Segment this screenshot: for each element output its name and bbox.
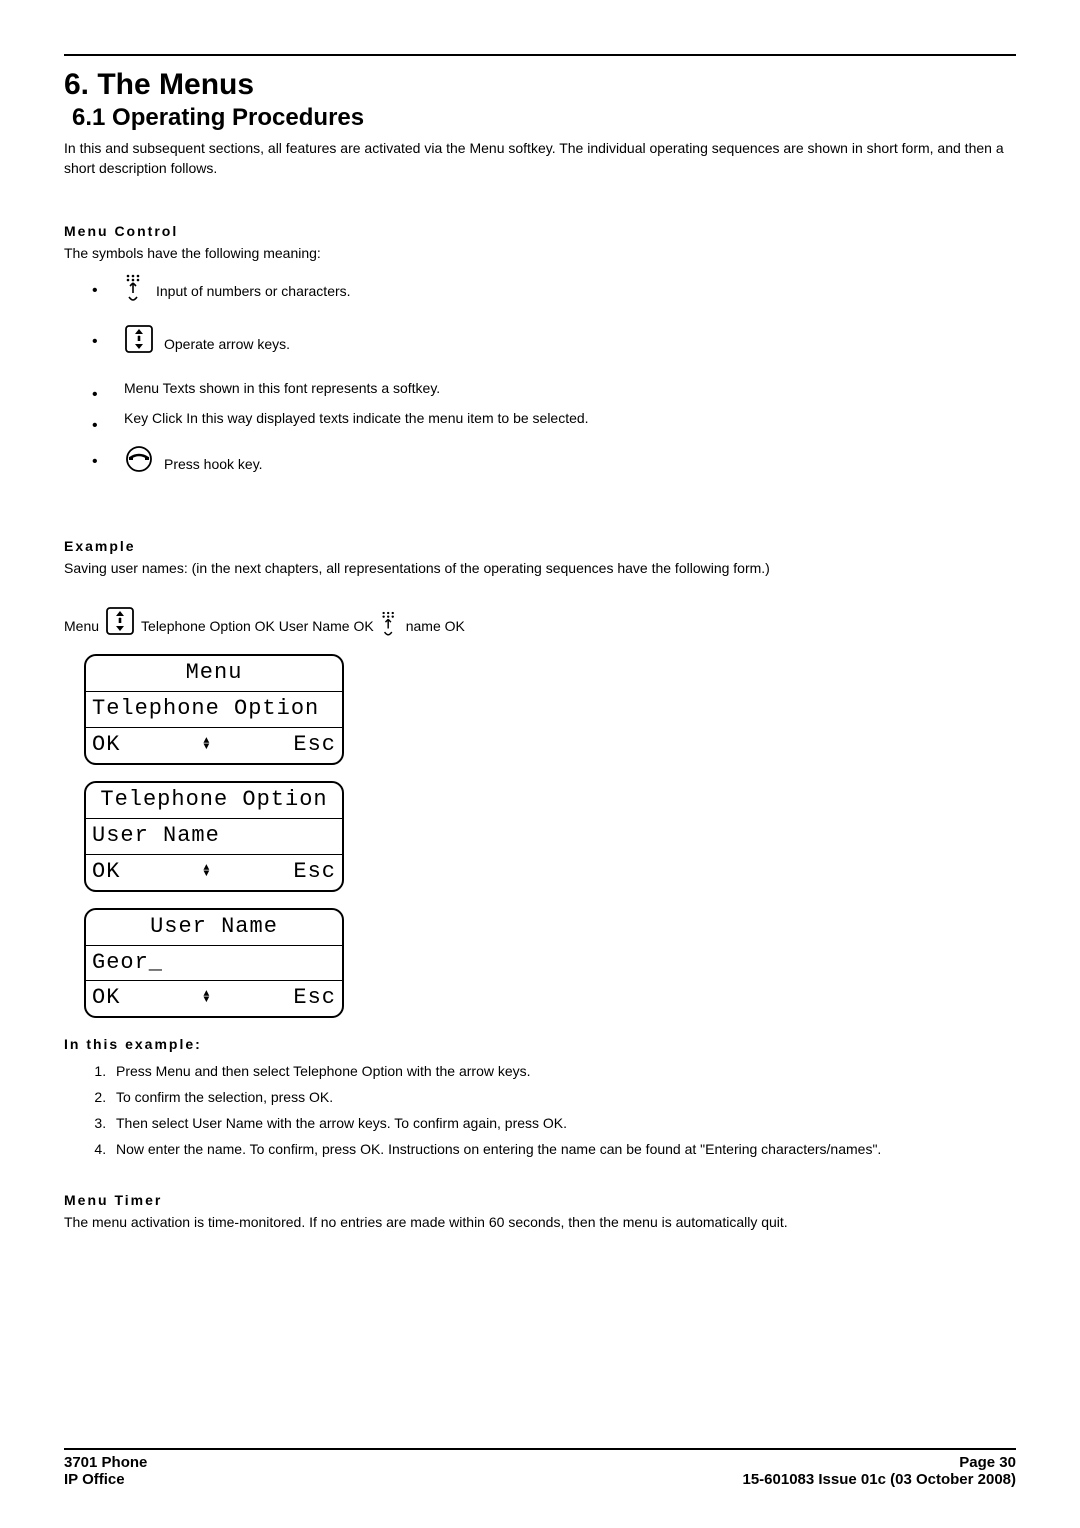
body-text: In this and subsequent sections, all fea… — [64, 138, 1016, 1232]
seq-text: Telephone Option OK User Name OK — [141, 616, 374, 636]
footer-right-2: 15-601083 Issue 01c (03 October 2008) — [742, 1471, 1016, 1488]
step-item: Now enter the name. To confirm, press OK… — [110, 1139, 1016, 1159]
footer-right-1: Page 30 — [959, 1454, 1016, 1471]
scroll-arrows-icon — [203, 992, 210, 1004]
softkey-right[interactable]: Esc — [293, 982, 336, 1014]
arrow-keys-icon — [124, 324, 154, 354]
example-steps: Press Menu and then select Telephone Opt… — [64, 1061, 1016, 1160]
list-item: Operate arrow keys. — [92, 324, 1016, 359]
step-item: Then select User Name with the arrow key… — [110, 1113, 1016, 1133]
menu-control-lead: The symbols have the following meaning: — [64, 243, 1016, 263]
softkey-right[interactable]: Esc — [293, 856, 336, 888]
list-item-text: Menu Texts shown in this font represents… — [124, 380, 440, 396]
scroll-arrows-icon — [203, 866, 210, 878]
keypad-input-icon — [380, 610, 400, 636]
list-item: Press hook key. — [92, 444, 1016, 479]
softkey-right[interactable]: Esc — [293, 729, 336, 761]
list-item-text: Press hook key. — [164, 454, 263, 474]
softkey-left[interactable]: OK — [92, 856, 120, 888]
menu-control-heading: Menu Control — [64, 221, 1016, 241]
footer-rule — [64, 1448, 1016, 1450]
screen-title: User Name — [150, 911, 278, 943]
page: 6. The Menus 6.1 Operating Procedures In… — [0, 0, 1080, 1528]
screen-value: Telephone Option — [92, 693, 319, 725]
step-item: Press Menu and then select Telephone Opt… — [110, 1061, 1016, 1081]
phone-screen: Telephone Option User Name OK Esc — [84, 781, 344, 892]
screen-title: Telephone Option — [100, 784, 327, 816]
footer-left-1: 3701 Phone — [64, 1454, 147, 1471]
softkey-left[interactable]: OK — [92, 982, 120, 1014]
in-this-example-heading: In this example: — [64, 1034, 1016, 1054]
menu-timer-text: The menu activation is time-monitored. I… — [64, 1212, 1016, 1232]
phone-screen: Menu Telephone Option OK Esc — [84, 654, 344, 765]
list-item-text: Operate arrow keys. — [164, 334, 290, 354]
page-footer: 3701 Phone Page 30 IP Office 15-601083 I… — [64, 1448, 1016, 1488]
menu-timer-heading: Menu Timer — [64, 1190, 1016, 1210]
list-item: Input of numbers or characters. — [92, 273, 1016, 306]
phone-screen: User Name Geor_ OK Esc — [84, 908, 344, 1019]
screen-title: Menu — [186, 657, 243, 689]
step-item: To confirm the selection, press OK. — [110, 1087, 1016, 1107]
softkey-left[interactable]: OK — [92, 729, 120, 761]
symbol-list: Input of numbers or characters. Ope — [64, 273, 1016, 479]
top-rule — [64, 54, 1016, 56]
example-heading: Example — [64, 536, 1016, 556]
screen-value: User Name — [92, 820, 220, 852]
seq-text: Menu — [64, 616, 99, 636]
list-item: Menu Texts shown in this font represents… — [92, 378, 1016, 398]
heading-1: 6. The Menus — [64, 68, 1016, 102]
operating-sequence: Menu Telephone Option OK User Name OK — [64, 606, 1016, 636]
list-item: Key Click In this way displayed texts in… — [92, 408, 1016, 428]
intro-paragraph: In this and subsequent sections, all fea… — [64, 138, 1016, 179]
heading-2: 6.1 Operating Procedures — [72, 104, 1016, 132]
hook-key-icon — [124, 444, 154, 474]
example-lead: Saving user names: (in the next chapters… — [64, 558, 1016, 578]
scroll-arrows-icon — [203, 739, 210, 751]
arrow-keys-icon — [105, 606, 135, 636]
list-item-text: Key Click In this way displayed texts in… — [124, 410, 589, 426]
footer-left-2: IP Office — [64, 1471, 125, 1488]
seq-text: name OK — [406, 616, 465, 636]
screen-value: Geor_ — [92, 947, 163, 979]
keypad-input-icon — [124, 273, 146, 301]
list-item-text: Input of numbers or characters. — [156, 281, 351, 301]
